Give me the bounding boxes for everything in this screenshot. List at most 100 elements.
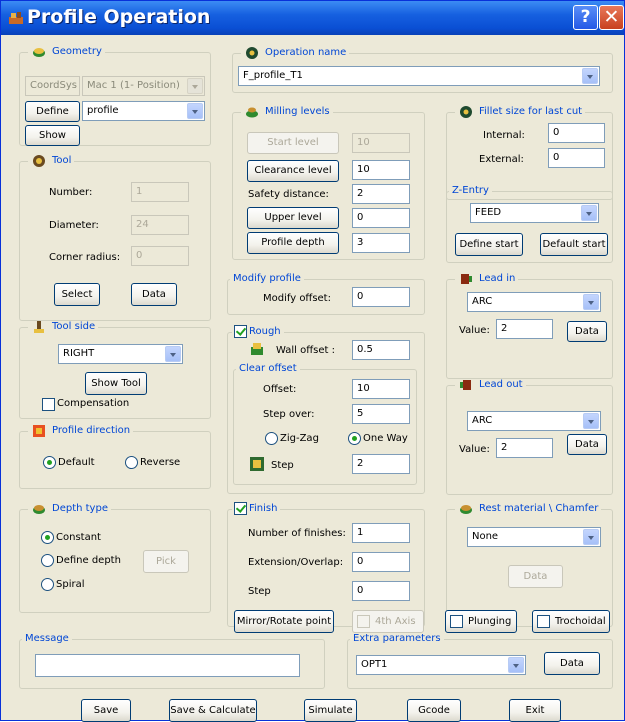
plunging-toggle[interactable]: Plunging [445, 610, 517, 633]
lead-in-title: Lead in [455, 273, 519, 285]
plunging-checkbox[interactable] [450, 615, 463, 628]
lead-out-select[interactable]: ARC [467, 411, 601, 431]
finish-step-label: Step [248, 586, 271, 597]
lead-out-title-text: Lead out [479, 379, 523, 390]
pick-button: Pick [143, 550, 189, 573]
finish-step-field[interactable]: 0 [352, 581, 410, 601]
direction-reverse-radio[interactable] [125, 456, 138, 469]
profile-direction-title-text: Profile direction [52, 425, 131, 436]
upper-level-button[interactable]: Upper level [247, 207, 339, 229]
clearance-level-button[interactable]: Clearance level [247, 160, 339, 182]
depth-constant-radio[interactable] [41, 531, 54, 544]
tool-icon [33, 155, 45, 167]
tool-diameter-field: 24 [131, 215, 189, 235]
chevron-down-icon[interactable] [165, 346, 181, 362]
safety-distance-field[interactable]: 2 [352, 184, 410, 204]
number-of-finishes-field[interactable]: 1 [352, 523, 410, 543]
safety-distance-label: Safety distance: [248, 189, 329, 200]
rest-material-select[interactable]: None [467, 527, 601, 547]
wall-offset-icon [251, 343, 263, 355]
show-tool-button[interactable]: Show Tool [85, 372, 147, 395]
fourth-axis-label: 4th Axis [375, 616, 416, 627]
define-start-button[interactable]: Define start [455, 233, 523, 256]
exit-button[interactable]: Exit [509, 699, 561, 722]
lead-out-value-label: Value: [459, 444, 490, 455]
title-bar[interactable]: Profile Operation ? ✕ [1, 1, 624, 35]
trochoidal-checkbox[interactable] [537, 615, 550, 628]
geometry-title: Geometry [28, 46, 105, 58]
chevron-down-icon[interactable] [582, 68, 598, 84]
extra-parameters-select[interactable]: OPT1 [356, 655, 526, 675]
chevron-down-icon[interactable] [508, 657, 524, 673]
gcode-button[interactable]: Gcode [407, 699, 461, 722]
depth-type-icon [33, 505, 45, 514]
number-label: Number: [49, 187, 93, 198]
extra-data-button[interactable]: Data [544, 652, 600, 675]
chevron-down-icon[interactable] [583, 529, 599, 545]
close-button[interactable]: ✕ [599, 5, 624, 30]
direction-default-radio[interactable] [43, 456, 56, 469]
extension-overlap-field[interactable]: 0 [352, 552, 410, 572]
save-button[interactable]: Save [81, 699, 131, 722]
chevron-down-icon[interactable] [583, 413, 599, 429]
lead-out-data-button[interactable]: Data [567, 434, 607, 455]
chevron-down-icon[interactable] [581, 205, 597, 221]
tool-title-text: Tool [52, 155, 72, 166]
show-button[interactable]: Show [25, 125, 80, 146]
help-button[interactable]: ? [573, 5, 598, 30]
z-entry-value: FEED [475, 207, 502, 218]
define-depth-radio[interactable] [41, 554, 54, 567]
wall-offset-field[interactable]: 0.5 [352, 340, 410, 360]
finish-checkbox[interactable] [234, 502, 247, 515]
define-button[interactable]: Define [25, 101, 80, 122]
rough-checkbox[interactable] [234, 325, 247, 338]
lead-in-icon [461, 274, 472, 284]
lead-out-amount-field[interactable]: 2 [496, 438, 553, 458]
chevron-down-icon[interactable] [583, 294, 599, 310]
lead-in-select[interactable]: ARC [467, 292, 601, 312]
modify-offset-label: Modify offset: [263, 293, 331, 304]
zig-zag-label: Zig-Zag [280, 433, 319, 444]
message-field[interactable] [35, 654, 300, 677]
select-tool-button[interactable]: Select [54, 283, 100, 306]
external-field[interactable]: 0 [548, 148, 605, 168]
profile-value: profile [87, 105, 119, 116]
profile-select[interactable]: profile [82, 101, 205, 121]
internal-label: Internal: [483, 130, 525, 141]
trochoidal-toggle[interactable]: Trochoidal [532, 610, 610, 633]
compensation-checkbox[interactable] [42, 398, 55, 411]
z-entry-select[interactable]: FEED [470, 203, 599, 223]
geometry-title-text: Geometry [52, 46, 102, 57]
tool-side-select[interactable]: RIGHT [58, 344, 183, 364]
depth-spiral-radio[interactable] [41, 578, 54, 591]
lead-in-data-button[interactable]: Data [567, 321, 607, 342]
zig-zag-radio[interactable] [265, 432, 278, 445]
extra-parameters-title: Extra parameters [350, 633, 444, 645]
default-start-button[interactable]: Default start [540, 233, 608, 256]
corner-radius-label: Corner radius: [49, 252, 121, 263]
simulate-button[interactable]: Simulate [304, 699, 357, 722]
modify-offset-field[interactable]: 0 [352, 287, 410, 307]
geometry-icon [33, 48, 45, 57]
tool-side-title-text: Tool side [52, 321, 96, 332]
mirror-rotate-point-button[interactable]: Mirror/Rotate point [234, 610, 334, 633]
chevron-down-icon[interactable] [187, 103, 203, 119]
step-over-field[interactable]: 5 [352, 404, 410, 424]
step-icon [250, 457, 264, 471]
offset-label: Offset: [263, 384, 297, 395]
profile-depth-field[interactable]: 3 [352, 233, 410, 253]
offset-field[interactable]: 10 [352, 379, 410, 399]
clearance-level-field[interactable]: 10 [352, 160, 410, 180]
operation-name-select[interactable]: F_profile_T1 [238, 66, 600, 86]
profile-depth-button[interactable]: Profile depth [247, 232, 339, 254]
rest-material-data-button: Data [508, 565, 563, 588]
one-way-radio[interactable] [348, 432, 361, 445]
lead-in-amount-field[interactable]: 2 [496, 319, 553, 339]
rough-step-field[interactable]: 2 [352, 454, 410, 474]
save-calculate-button[interactable]: Save & Calculate [169, 699, 257, 722]
internal-field[interactable]: 0 [548, 123, 605, 143]
upper-level-field[interactable]: 0 [352, 208, 410, 228]
mac-value: Mac 1 (1- Position) [87, 80, 180, 91]
rough-title-text: Rough [249, 326, 281, 337]
tool-data-button[interactable]: Data [131, 283, 177, 306]
